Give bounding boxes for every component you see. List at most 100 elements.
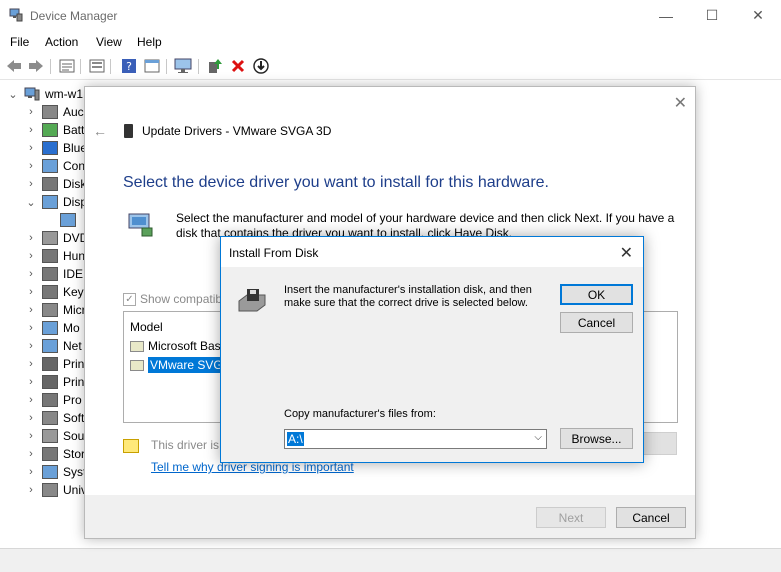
tree-item-label: Prin (63, 357, 85, 371)
tree-item-label: Pro (63, 393, 82, 407)
expand-icon[interactable]: › (26, 142, 36, 154)
expand-icon[interactable]: › (26, 394, 36, 406)
device-category-icon (42, 195, 58, 209)
browse-button[interactable]: Browse... (560, 428, 633, 449)
tree-item[interactable]: › Hun (26, 247, 85, 265)
monitor-icon[interactable] (174, 57, 192, 75)
expand-icon[interactable]: › (26, 412, 36, 424)
tree-item[interactable]: › DVD (26, 229, 88, 247)
help-icon[interactable]: ? (120, 57, 138, 75)
expand-icon[interactable]: › (26, 106, 36, 118)
ifd-close-icon[interactable]: ✕ (620, 243, 633, 263)
tree-item[interactable]: › Pro (26, 391, 82, 409)
wizard-back-icon[interactable]: ← (93, 123, 107, 139)
expand-icon[interactable]: › (26, 340, 36, 352)
expand-icon[interactable]: › (26, 358, 36, 370)
tree-item[interactable]: › Auc (26, 103, 84, 121)
download-icon[interactable] (252, 57, 270, 75)
device-manager-icon (9, 8, 23, 22)
device-category-icon (42, 393, 58, 407)
toolbar-separator (166, 59, 167, 74)
expand-icon[interactable]: › (26, 250, 36, 262)
tree-root-label: wm-w1 (45, 87, 83, 101)
tree-item[interactable]: › Con (26, 157, 85, 175)
back-icon[interactable] (5, 57, 23, 75)
tree-item[interactable]: › Syst (26, 463, 86, 481)
toolbar: ? (0, 53, 781, 80)
have-disk-button[interactable] (639, 432, 677, 455)
tree-item[interactable]: › Mo (26, 319, 80, 337)
title-bar: Device Manager — ☐ ✕ (0, 0, 781, 31)
tree-root[interactable]: ⌄ wm-w1 (8, 85, 83, 103)
path-value: A:\ (287, 432, 304, 446)
menu-file[interactable]: File (10, 35, 29, 49)
device-category-icon (42, 177, 58, 191)
tree-item-label: Mo (63, 321, 80, 335)
device-category-icon (42, 375, 58, 389)
signing-status-text: This driver is (151, 438, 220, 452)
collapse-icon[interactable]: ⌄ (26, 196, 36, 209)
chevron-down-icon[interactable]: ⌵ (534, 432, 542, 443)
device-category-icon (42, 339, 58, 353)
expand-icon[interactable]: › (26, 466, 36, 478)
model-row-selected[interactable]: VMware SVGA (130, 356, 233, 374)
tree-item[interactable] (44, 211, 81, 229)
device-category-icon (60, 213, 76, 227)
wizard-heading: Select the device driver you want to ins… (123, 174, 549, 191)
expand-icon[interactable]: › (26, 286, 36, 298)
tree-item-label: Batt (63, 123, 85, 137)
menu-action[interactable]: Action (45, 35, 78, 49)
expand-icon[interactable]: › (26, 430, 36, 442)
update-driver-icon[interactable] (206, 57, 224, 75)
wizard-close-icon[interactable]: ✕ (674, 93, 687, 113)
forward-icon[interactable] (27, 57, 45, 75)
expand-icon[interactable]: › (26, 304, 36, 316)
expand-icon[interactable]: › (26, 268, 36, 280)
menu-bar: File Action View Help (0, 31, 781, 53)
ok-button[interactable]: OK (560, 284, 633, 305)
tree-item[interactable]: › Blue (26, 139, 87, 157)
expand-icon[interactable]: › (26, 178, 36, 190)
tree-item[interactable]: › IDE (26, 265, 83, 283)
minimize-button[interactable]: — (643, 0, 689, 31)
collapse-icon[interactable]: ⌄ (8, 88, 18, 101)
tree-item[interactable]: › Soft (26, 409, 84, 427)
tree-item[interactable]: › Prin (26, 373, 84, 391)
expand-icon[interactable]: › (26, 124, 36, 136)
tree-item[interactable]: › Key (26, 283, 84, 301)
path-combobox[interactable]: A:\ ⌵ (284, 429, 547, 449)
tree-item[interactable]: › Univ (26, 481, 87, 499)
floppy-drive-icon (238, 289, 266, 312)
view-icon[interactable] (143, 57, 161, 75)
driver-icon (130, 359, 144, 371)
expand-icon[interactable]: › (26, 322, 36, 334)
list-icon[interactable] (88, 57, 106, 75)
close-button[interactable]: ✕ (735, 0, 781, 31)
menu-view[interactable]: View (96, 35, 122, 49)
maximize-button[interactable]: ☐ (689, 0, 735, 31)
tree-item[interactable]: › Micr (26, 301, 86, 319)
properties-icon[interactable] (58, 57, 76, 75)
status-bar (0, 548, 781, 572)
cancel-button[interactable]: Cancel (616, 507, 686, 528)
expand-icon[interactable]: › (26, 376, 36, 388)
expand-icon[interactable]: › (26, 232, 36, 244)
expand-icon[interactable]: › (26, 448, 36, 460)
show-compatible-checkbox[interactable]: ✓ Show compatib (123, 292, 222, 306)
tree-item[interactable]: › Prin (26, 355, 84, 373)
ifd-cancel-button[interactable]: Cancel (560, 312, 633, 333)
expand-icon[interactable]: › (26, 484, 36, 496)
tree-item[interactable]: ⌄ Disp (26, 193, 87, 211)
tree-item[interactable]: › Batt (26, 121, 84, 139)
checkmark-icon: ✓ (123, 292, 136, 306)
expand-icon[interactable]: › (26, 160, 36, 172)
tree-item[interactable]: › Sou (26, 427, 84, 445)
tree-item[interactable]: › Stor (26, 445, 85, 463)
model-row[interactable]: Microsoft Basi (130, 337, 223, 355)
next-button[interactable]: Next (536, 507, 606, 528)
menu-help[interactable]: Help (137, 35, 162, 49)
tree-item[interactable]: › Net (26, 337, 82, 355)
device-category-icon (42, 303, 58, 317)
uninstall-icon[interactable] (229, 57, 247, 75)
tree-item[interactable]: › Disk (26, 175, 86, 193)
